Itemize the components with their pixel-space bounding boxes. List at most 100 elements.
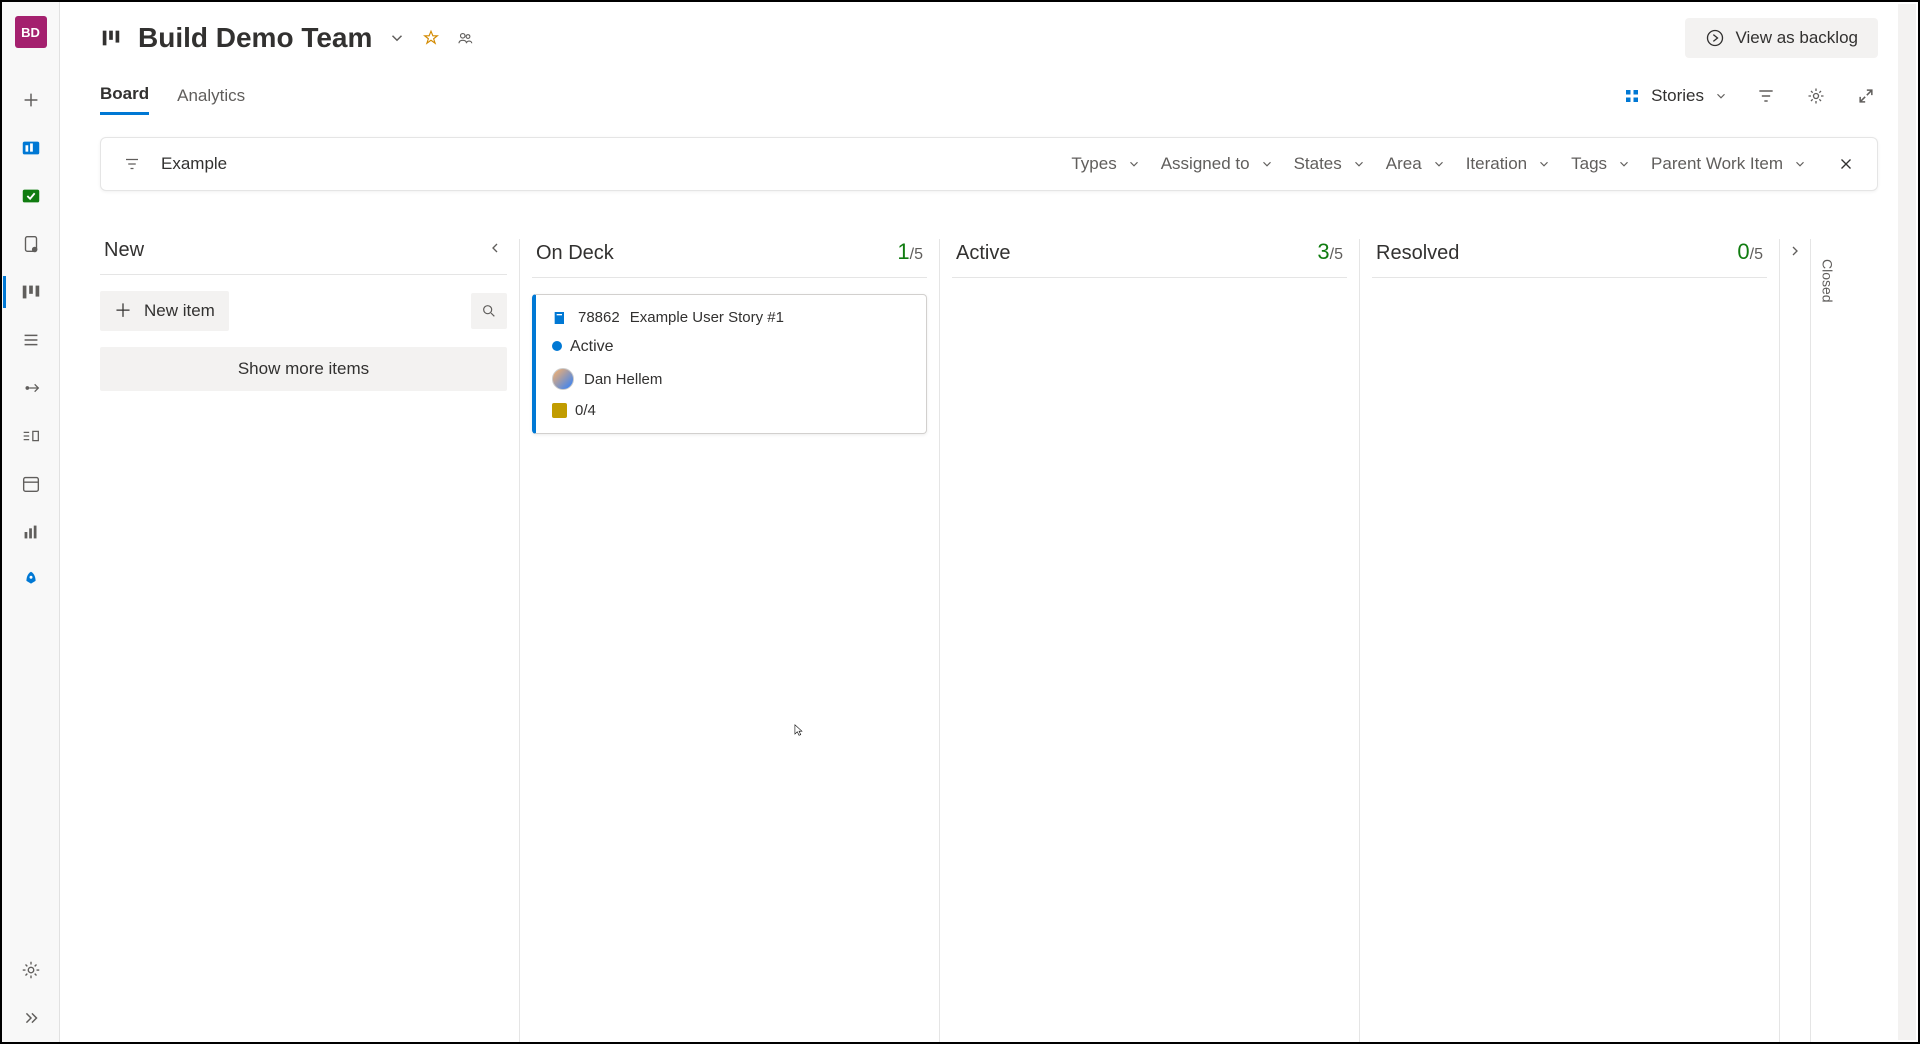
column-active-title: Active [956, 242, 1010, 265]
chevron-down-icon [1537, 157, 1551, 171]
chevron-right-icon [1787, 243, 1803, 259]
work-item-id: 78862 [578, 309, 620, 326]
column-on-deck-count: 1/5 [897, 239, 923, 265]
assignee-name: Dan Hellem [584, 371, 662, 388]
plus-icon [20, 89, 42, 111]
team-name[interactable]: Build Demo Team [138, 22, 372, 54]
filter-types[interactable]: Types [1071, 154, 1140, 174]
project-avatar[interactable]: BD [15, 16, 47, 48]
column-on-deck: On Deck 1/5 78862 Example User Story #1 … [520, 239, 940, 1042]
work-item-tasks: 0/4 [552, 402, 910, 419]
user-story-icon [552, 310, 568, 326]
kanban-icon [20, 281, 42, 303]
star-icon[interactable] [422, 29, 440, 47]
filter-iteration-label: Iteration [1466, 154, 1527, 174]
calendar-icon [20, 473, 42, 495]
collapse-column-button[interactable] [487, 240, 503, 256]
column-resolved: Resolved 0/5 [1360, 239, 1780, 1042]
filter-tags-label: Tags [1571, 154, 1607, 174]
filter-parent-work-item[interactable]: Parent Work Item [1651, 154, 1807, 174]
column-resolved-count: 0/5 [1737, 239, 1763, 265]
filter-bar: Example Types Assigned to States Area It… [100, 137, 1878, 191]
settings-button[interactable] [1804, 84, 1828, 108]
work-item-card[interactable]: 78862 Example User Story #1 Active Dan H… [532, 294, 927, 434]
new-item-label: New item [144, 301, 215, 321]
checklist-icon [552, 403, 567, 418]
chevron-down-icon [1260, 157, 1274, 171]
nav-backlogs[interactable] [3, 316, 59, 364]
filter-keyword[interactable]: Example [161, 154, 227, 174]
tab-board[interactable]: Board [100, 76, 149, 115]
board-icon [100, 27, 122, 49]
show-more-items-button[interactable]: Show more items [100, 347, 507, 391]
funnel-icon [123, 155, 141, 173]
chevron-down-icon [1793, 157, 1807, 171]
work-item-state: Active [552, 338, 910, 356]
double-chevron-right-icon [20, 1007, 42, 1029]
chevron-down-icon [1714, 89, 1728, 103]
scroll-right-button[interactable] [1780, 239, 1810, 1042]
search-icon [481, 303, 497, 319]
left-nav-rail: BD [2, 2, 60, 1042]
filter-states-label: States [1294, 154, 1342, 174]
work-item-assignee: Dan Hellem [552, 368, 910, 390]
nav-expand[interactable] [3, 994, 59, 1042]
filter-assigned-to[interactable]: Assigned to [1161, 154, 1274, 174]
filter-types-label: Types [1071, 154, 1116, 174]
filter-assigned-label: Assigned to [1161, 154, 1250, 174]
gear-icon [20, 959, 42, 981]
nav-analytics[interactable] [3, 508, 59, 556]
column-resolved-title: Resolved [1376, 242, 1459, 265]
nav-plans[interactable] [3, 460, 59, 508]
column-new: New ＋ New item Show more items [100, 239, 520, 1042]
nav-sprints[interactable] [3, 364, 59, 412]
filter-area-label: Area [1386, 154, 1422, 174]
view-as-backlog-button[interactable]: View as backlog [1685, 18, 1878, 58]
chevron-down-icon[interactable] [388, 29, 406, 47]
chart-icon [20, 521, 42, 543]
sprint-icon [20, 377, 42, 399]
filter-states[interactable]: States [1294, 154, 1366, 174]
nav-boards[interactable] [3, 268, 59, 316]
state-dot-icon [552, 341, 562, 351]
nav-settings[interactable] [3, 946, 59, 994]
chevron-down-icon [1617, 157, 1631, 171]
backlog-level-selector[interactable]: Stories [1623, 86, 1728, 106]
close-filter-button[interactable] [1837, 155, 1855, 173]
filter-area[interactable]: Area [1386, 154, 1446, 174]
clipboard-icon [20, 233, 42, 255]
column-closed-collapsed[interactable]: Closed [1810, 239, 1844, 1042]
search-items-button[interactable] [471, 293, 507, 329]
dashboard-icon [20, 137, 42, 159]
chevron-down-icon [1432, 157, 1446, 171]
query-icon [20, 425, 42, 447]
work-item-state-label: Active [570, 338, 614, 355]
nav-pipelines[interactable] [3, 556, 59, 604]
gear-icon [1806, 86, 1826, 106]
column-closed-title: Closed [1820, 259, 1836, 303]
nav-overview[interactable] [3, 124, 59, 172]
nav-workitems[interactable] [3, 220, 59, 268]
nav-queries[interactable] [3, 412, 59, 460]
list-icon [20, 329, 42, 351]
nav-boards-summary[interactable] [3, 172, 59, 220]
backlog-level-label: Stories [1651, 86, 1704, 106]
filter-toggle-button[interactable] [1754, 84, 1778, 108]
filter-iteration[interactable]: Iteration [1466, 154, 1551, 174]
fullscreen-button[interactable] [1854, 84, 1878, 108]
filter-parent-label: Parent Work Item [1651, 154, 1783, 174]
avatar [552, 368, 574, 390]
column-new-title: New [104, 239, 144, 262]
tab-analytics[interactable]: Analytics [177, 78, 245, 114]
rocket-icon [20, 569, 42, 591]
column-active-count: 3/5 [1317, 239, 1343, 265]
people-icon[interactable] [456, 29, 474, 47]
add-button[interactable] [3, 76, 59, 124]
chevron-down-icon [1352, 157, 1366, 171]
new-item-button[interactable]: ＋ New item [100, 291, 229, 331]
arrow-right-circle-icon [1705, 28, 1725, 48]
chevron-down-icon [1127, 157, 1141, 171]
board-check-icon [20, 185, 42, 207]
filter-tags[interactable]: Tags [1571, 154, 1631, 174]
vertical-scrollbar[interactable] [1898, 4, 1916, 1040]
